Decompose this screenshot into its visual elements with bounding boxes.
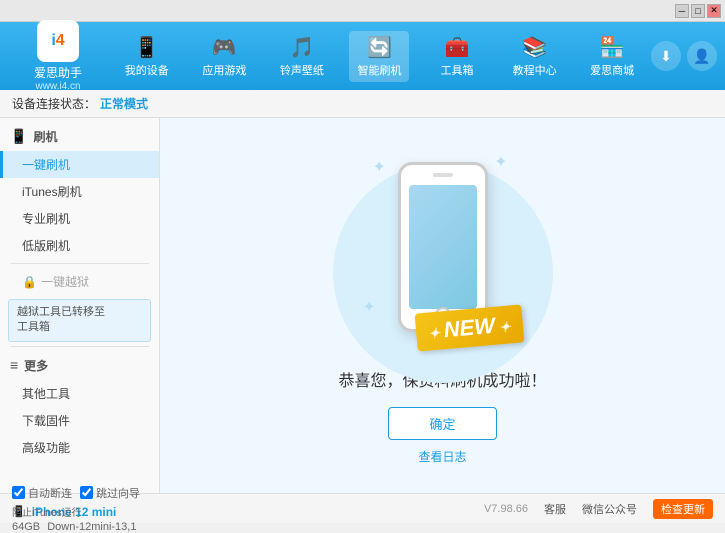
title-bar: ─ □ ✕ [0, 0, 725, 22]
logo-url: www.i4.cn [35, 81, 80, 92]
device-storage: 64GB [12, 521, 40, 533]
confirm-button[interactable]: 确定 [388, 407, 496, 440]
sparkle-icon-2: ✦ [494, 152, 507, 172]
sidebar-info-box: 越狱工具已转移至工具箱 [8, 299, 151, 342]
sidebar-item-itunes-flash[interactable]: iTunes刷机 [0, 178, 159, 205]
nav-apps-label: 应用游戏 [202, 62, 246, 78]
customer-service-link[interactable]: 客服 [544, 501, 566, 517]
sidebar-more-header: ≡ 更多 [0, 351, 159, 380]
auto-close-input[interactable] [12, 486, 25, 499]
header-right: ⬇ 👤 [651, 41, 717, 71]
auto-close-label: 自动断连 [28, 485, 72, 501]
version-text: V7.98.66 [484, 503, 528, 515]
device-firmware: Down-12mini-13,1 [47, 521, 136, 533]
store-icon: 🏪 [600, 35, 625, 60]
sidebar-item-advanced[interactable]: 高级功能 [0, 434, 159, 461]
checkbox-row: 自动断连 跳过向导 [12, 485, 140, 501]
phone-screen [409, 185, 477, 309]
logo-icon: i4 [37, 20, 79, 62]
sidebar-flash-label: 刷机 [33, 128, 57, 145]
sidebar-jailbreak-locked: 🔒 一键越狱 [0, 268, 159, 295]
nav-ringtones[interactable]: 🎵 铃声壁纸 [272, 31, 332, 82]
nav-bar: 📱 我的设备 🎮 应用游戏 🎵 铃声壁纸 🔄 智能刷机 🧰 工具箱 📚 教程中心… [108, 31, 651, 82]
download-button[interactable]: ⬇ [651, 41, 681, 71]
user-button[interactable]: 👤 [687, 41, 717, 71]
wechat-public-link[interactable]: 微信公众号 [582, 501, 637, 517]
nav-smart-flash-label: 智能刷机 [357, 62, 401, 78]
back-home-link[interactable]: 查看日志 [418, 448, 466, 465]
skip-wizard-label: 跳过向导 [96, 485, 140, 501]
bottom-right: V7.98.66 客服 微信公众号 检查更新 [484, 499, 713, 519]
itunes-status: 阻止iTunes运行 [12, 504, 82, 519]
auto-close-checkbox[interactable]: 自动断连 [12, 485, 72, 501]
sidebar-item-one-click-flash[interactable]: 一键刷机 [0, 151, 159, 178]
phone-speaker [433, 173, 453, 177]
close-button[interactable]: ✕ [707, 4, 721, 18]
tutorials-icon: 📚 [522, 35, 547, 60]
status-label: 设备连接状态： [12, 95, 96, 112]
flash-icon: 🔄 [367, 35, 392, 60]
phone-body [398, 162, 488, 332]
itunes-status-text: 阻止iTunes运行 [12, 508, 82, 519]
sidebar-item-download-firmware[interactable]: 下载固件 [0, 407, 159, 434]
nav-toolbox-label: 工具箱 [441, 62, 474, 78]
nav-apps-games[interactable]: 🎮 应用游戏 [194, 31, 254, 82]
device-details: 64GB Down-12mini-13,1 [12, 521, 140, 533]
nav-ringtones-label: 铃声壁纸 [280, 62, 324, 78]
nav-my-device[interactable]: 📱 我的设备 [117, 31, 177, 82]
nav-my-device-label: 我的设备 [125, 62, 169, 78]
sidebar-item-other-tools[interactable]: 其他工具 [0, 380, 159, 407]
nav-tutorials-label: 教程中心 [513, 62, 557, 78]
maximize-button[interactable]: □ [691, 4, 705, 18]
header: i4 爱思助手 www.i4.cn 📱 我的设备 🎮 应用游戏 🎵 铃声壁纸 🔄… [0, 22, 725, 90]
check-update-button[interactable]: 检查更新 [653, 499, 713, 519]
status-bar: 设备连接状态： 正常模式 [0, 90, 725, 118]
nav-toolbox[interactable]: 🧰 工具箱 [427, 31, 487, 82]
main-layout: 📱 刷机 一键刷机 iTunes刷机 专业刷机 低版刷机 🔒 一键越狱 越狱工具… [0, 118, 725, 493]
flash-section-icon: 📱 [10, 128, 27, 145]
sidebar-more-label: 更多 [24, 357, 48, 374]
skip-wizard-checkbox[interactable]: 跳过向导 [80, 485, 140, 501]
sidebar-divider-1 [10, 263, 149, 264]
lock-icon: 🔒 [22, 275, 37, 289]
minimize-button[interactable]: ─ [675, 4, 689, 18]
content-area: ✦ ✦ ✦ NEW 恭喜您，保资料刷机成功啦！ 确定 查看日志 [160, 118, 725, 493]
phone-illustration: ✦ ✦ ✦ NEW [353, 147, 533, 347]
nav-store-label: 爱思商城 [590, 62, 634, 78]
sidebar-flash-header: 📱 刷机 [0, 122, 159, 151]
nav-store[interactable]: 🏪 爱思商城 [582, 31, 642, 82]
logo-area: i4 爱思助手 www.i4.cn [8, 20, 108, 92]
sidebar-item-pro-flash[interactable]: 专业刷机 [0, 205, 159, 232]
nav-smart-flash[interactable]: 🔄 智能刷机 [349, 31, 409, 82]
toolbox-icon: 🧰 [445, 35, 470, 60]
nav-tutorials[interactable]: 📚 教程中心 [505, 31, 565, 82]
sparkle-icon-3: ✦ [363, 297, 376, 317]
ringtone-icon: 🎵 [289, 35, 314, 60]
sidebar-divider-2 [10, 346, 149, 347]
bottom-bar: 自动断连 跳过向导 📱 iPhone 12 mini 64GB Down-12m… [0, 493, 725, 523]
jailbreak-label: 一键越狱 [41, 273, 89, 290]
sparkle-icon-1: ✦ [373, 157, 386, 177]
apps-icon: 🎮 [212, 35, 237, 60]
more-section-icon: ≡ [10, 357, 18, 373]
window-controls[interactable]: ─ □ ✕ [675, 4, 721, 18]
device-icon: 📱 [134, 35, 159, 60]
sidebar-item-low-version-flash[interactable]: 低版刷机 [0, 232, 159, 259]
sidebar: 📱 刷机 一键刷机 iTunes刷机 专业刷机 低版刷机 🔒 一键越狱 越狱工具… [0, 118, 160, 493]
skip-wizard-input[interactable] [80, 486, 93, 499]
logo-title: 爱思助手 [34, 64, 82, 81]
status-value: 正常模式 [100, 95, 148, 112]
